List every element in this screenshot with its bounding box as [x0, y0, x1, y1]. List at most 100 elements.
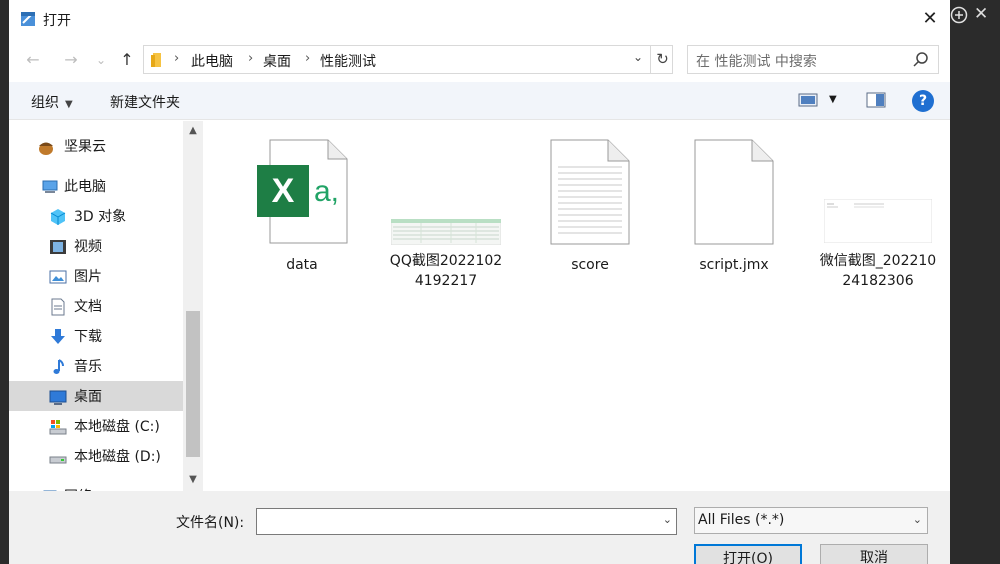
- breadcrumb-separator: ›: [305, 51, 311, 66]
- pictures-icon: [49, 270, 67, 284]
- sidebar-item-label: 桌面: [74, 389, 102, 405]
- breadcrumb-separator: ›: [248, 51, 254, 66]
- chevron-down-icon[interactable]: ⌄: [913, 513, 922, 526]
- sidebar-item-label: 本地磁盘 (D:): [74, 449, 161, 465]
- folder-icon: [151, 53, 161, 67]
- cancel-button[interactable]: 取消: [820, 544, 928, 564]
- sidebar-item-desktop[interactable]: 桌面: [9, 381, 183, 411]
- desktop-icon: [49, 390, 67, 405]
- screenshot-blank-thumbnail: [824, 199, 932, 243]
- organize-menu[interactable]: 组织 ▼: [31, 92, 73, 112]
- address-row: ← → ⌄ ↑ › 此电脑 › 桌面 › 性能测试 ⌄ ↻ 在 性能测试 中搜索: [9, 42, 950, 76]
- scrollbar-thumb[interactable]: [186, 311, 200, 457]
- organize-label: 组织: [31, 95, 59, 111]
- search-icon[interactable]: [912, 51, 930, 69]
- dialog-app-icon: [21, 12, 35, 26]
- file-name: QQ截图20221024192217: [389, 253, 503, 289]
- file-item[interactable]: script.jmx: [674, 139, 794, 275]
- sidebar-item-label: 坚果云: [64, 139, 106, 155]
- file-name: data: [286, 257, 318, 273]
- 3d-objects-icon: [50, 209, 66, 225]
- chevron-down-icon[interactable]: ⌄: [663, 513, 672, 526]
- excel-file-icon: X a,: [257, 139, 348, 244]
- filename-input[interactable]: ⌄: [256, 508, 677, 535]
- sidebar-item-nutstore[interactable]: 坚果云: [9, 131, 183, 161]
- sidebar-item-network[interactable]: 网络: [9, 481, 183, 491]
- recent-locations-button[interactable]: ⌄: [91, 50, 111, 70]
- forward-button[interactable]: →: [61, 50, 81, 70]
- filename-label: 文件名(N):: [176, 515, 245, 531]
- file-item[interactable]: X a, data: [242, 139, 362, 275]
- scroll-down-arrow[interactable]: ▼: [187, 474, 199, 486]
- new-folder-button[interactable]: 新建文件夹: [110, 92, 180, 112]
- file-name: 微信截图_20221024182306: [819, 253, 937, 289]
- file-list: X a, data QQ截图20221024192217 score scrip…: [203, 121, 950, 491]
- sidebar-item-drive-c[interactable]: 本地磁盘 (C:): [9, 411, 183, 441]
- excel-badge: a,: [314, 175, 339, 208]
- sidebar-item-label: 音乐: [74, 359, 102, 375]
- navigation-scrollbar[interactable]: ▲ ▼: [183, 121, 203, 491]
- sidebar-item-label: 文档: [74, 299, 102, 315]
- sidebar-item-this-pc[interactable]: 此电脑: [9, 171, 183, 201]
- nut-icon: [39, 142, 53, 155]
- sidebar-item-drive-d[interactable]: 本地磁盘 (D:): [9, 441, 183, 471]
- sidebar-item-label: 图片: [74, 269, 102, 285]
- open-button[interactable]: 打开(O): [694, 544, 802, 564]
- download-icon: [51, 329, 65, 344]
- address-dropdown-icon[interactable]: ⌄: [630, 50, 646, 68]
- chevron-down-icon: ▼: [65, 99, 73, 110]
- breadcrumb-separator: ›: [174, 51, 180, 66]
- scroll-up-arrow[interactable]: ▲: [187, 125, 199, 137]
- music-icon: [53, 359, 64, 374]
- help-button[interactable]: ?: [912, 90, 934, 112]
- sidebar-item-3d-objects[interactable]: 3D 对象: [9, 201, 183, 231]
- screenshot-table-thumbnail: [391, 219, 501, 245]
- sidebar-item-documents[interactable]: 文档: [9, 291, 183, 321]
- sidebar-item-videos[interactable]: 视频: [9, 231, 183, 261]
- view-options-dropdown[interactable]: ▼: [829, 94, 837, 105]
- sidebar-item-music[interactable]: 音乐: [9, 351, 183, 381]
- change-view-icon[interactable]: [798, 90, 820, 110]
- breadcrumb-this-pc[interactable]: 此电脑: [191, 51, 233, 71]
- computer-icon: [42, 180, 58, 193]
- file-type-select[interactable]: All Files (*.*) ⌄: [694, 507, 928, 534]
- sidebar-item-downloads[interactable]: 下载: [9, 321, 183, 351]
- breadcrumb-perf-test[interactable]: 性能测试: [320, 51, 376, 71]
- close-button[interactable]: ✕: [918, 8, 942, 30]
- documents-icon: [51, 298, 65, 316]
- sidebar-item-pictures[interactable]: 图片: [9, 261, 183, 291]
- video-icon: [50, 240, 66, 254]
- drive-c-icon: [49, 420, 67, 435]
- sidebar-item-label: 本地磁盘 (C:): [74, 419, 160, 435]
- blank-file-icon: [694, 139, 774, 245]
- image-thumbnail: [823, 139, 933, 245]
- file-type-value: All Files (*.*): [698, 512, 785, 528]
- sidebar-item-label: 3D 对象: [74, 209, 127, 225]
- file-name: script.jmx: [699, 257, 769, 273]
- text-file-icon: [550, 139, 630, 245]
- dialog-title: 打开: [43, 13, 71, 29]
- drive-d-icon: [49, 456, 67, 464]
- file-item[interactable]: score: [530, 139, 650, 275]
- command-toolbar: 组织 ▼ 新建文件夹 ▼ ?: [9, 82, 950, 120]
- sidebar-item-label: 视频: [74, 239, 102, 255]
- navigation-pane: 坚果云 此电脑 3D 对象 视频 图片 文档 下载 音乐 桌面 本地磁盘 (C:…: [9, 121, 203, 491]
- plus-circle-icon[interactable]: [950, 6, 968, 24]
- file-item[interactable]: QQ截图20221024192217: [386, 139, 506, 291]
- title-bar: 打开 ✕: [9, 0, 950, 38]
- excel-letter: X: [272, 172, 295, 210]
- refresh-button[interactable]: ↻: [650, 46, 674, 73]
- preview-pane-icon[interactable]: [865, 90, 887, 110]
- close-icon[interactable]: ✕: [974, 4, 988, 24]
- back-button[interactable]: ←: [23, 50, 43, 70]
- sidebar-item-label: 下载: [74, 329, 102, 345]
- breadcrumb-desktop[interactable]: 桌面: [263, 51, 291, 71]
- up-button[interactable]: ↑: [117, 50, 137, 70]
- file-name: score: [571, 257, 609, 273]
- address-bar[interactable]: › 此电脑 › 桌面 › 性能测试 ⌄ ↻: [143, 45, 673, 74]
- search-input[interactable]: 在 性能测试 中搜索: [696, 51, 817, 71]
- dialog-footer: 文件名(N): ⌄ All Files (*.*) ⌄ 打开(O) 取消: [9, 491, 950, 564]
- file-item[interactable]: 微信截图_20221024182306: [818, 139, 938, 291]
- sidebar-item-label: 此电脑: [64, 179, 106, 195]
- search-box[interactable]: 在 性能测试 中搜索: [687, 45, 939, 74]
